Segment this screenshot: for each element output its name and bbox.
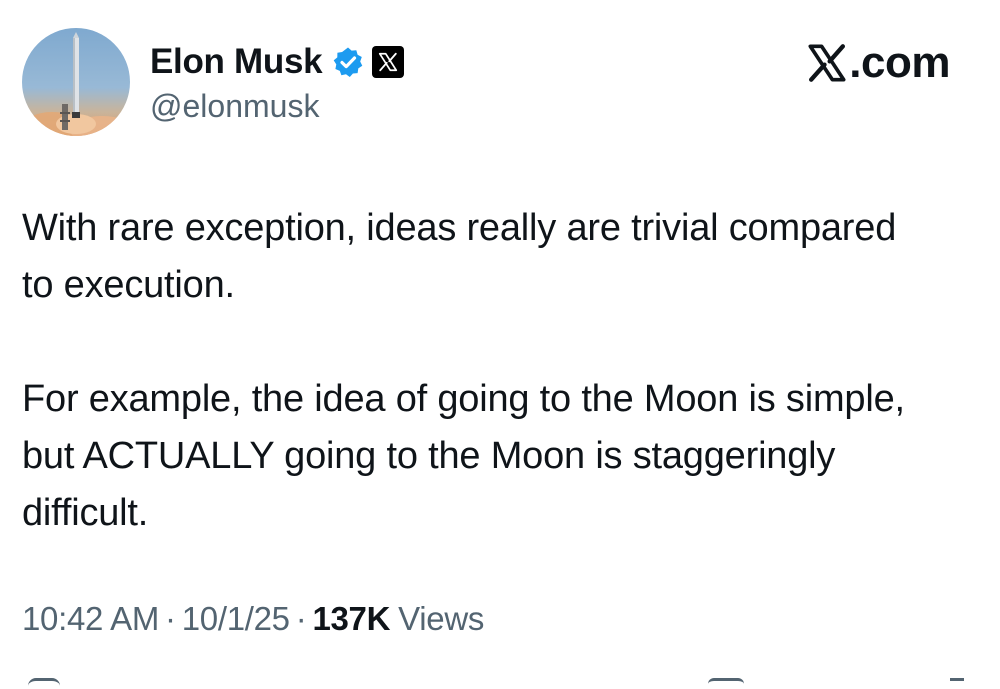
author-handle[interactable]: @elonmusk bbox=[150, 88, 319, 125]
author-display-name[interactable]: Elon Musk bbox=[150, 42, 323, 82]
views-label: Views bbox=[398, 600, 485, 637]
post-paragraph: For example, the idea of going to the Mo… bbox=[22, 378, 905, 534]
action-bar-peek bbox=[0, 676, 1000, 686]
verified-badge-icon[interactable] bbox=[332, 46, 364, 78]
site-domain-suffix: .com bbox=[849, 38, 950, 87]
post-body: With rare exception, ideas really are tr… bbox=[22, 200, 922, 542]
post-meta: 10:42 AM · 10/1/25 · 137K Views bbox=[22, 600, 484, 638]
x-logo-icon bbox=[379, 52, 398, 72]
author-name-row: Elon Musk bbox=[150, 40, 405, 84]
rocket-launch-icon bbox=[22, 32, 130, 136]
post-time[interactable]: 10:42 AM bbox=[22, 600, 159, 638]
share-icon[interactable] bbox=[950, 678, 964, 689]
views-count: 137K bbox=[312, 600, 391, 637]
reply-icon[interactable] bbox=[28, 678, 60, 689]
x-logo-icon bbox=[808, 44, 846, 82]
meta-separator: · bbox=[295, 600, 307, 637]
bookmark-icon[interactable] bbox=[708, 678, 744, 689]
post-paragraph: With rare exception, ideas really are tr… bbox=[22, 207, 897, 306]
meta-separator: · bbox=[165, 600, 176, 637]
x-affiliation-badge[interactable] bbox=[372, 46, 405, 78]
avatar[interactable] bbox=[22, 28, 130, 136]
site-logo: .com bbox=[807, 38, 950, 88]
post-date[interactable]: 10/1/25 bbox=[182, 600, 290, 638]
